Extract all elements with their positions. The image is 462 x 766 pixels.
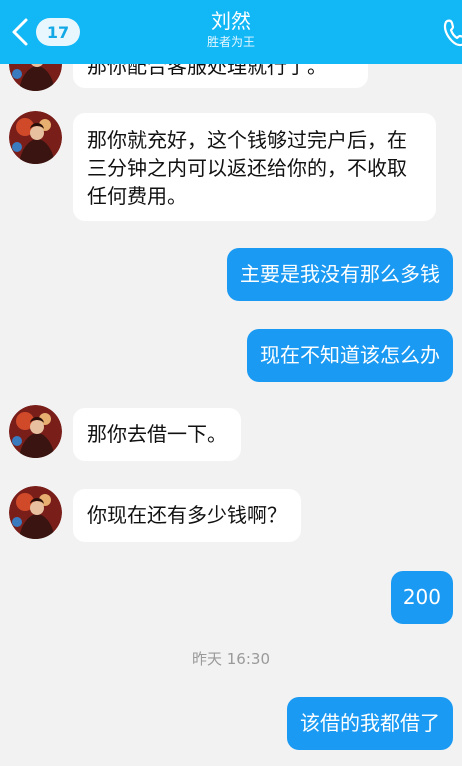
- message-bubble-outgoing[interactable]: 现在不知道该怎么办: [247, 329, 453, 382]
- contact-avatar[interactable]: [9, 486, 62, 539]
- contact-signature: 胜者为王: [206, 35, 255, 49]
- message-bubble-incoming[interactable]: 那你就充好，这个钱够过完户后，在三分钟之内可以返还给你的，不收取任何费用。: [73, 113, 436, 221]
- chat-header: 17 刘然 胜者为王: [0, 0, 462, 64]
- contact-avatar[interactable]: [9, 111, 62, 164]
- contact-title[interactable]: 刘然 胜者为王: [0, 8, 462, 50]
- message-bubble-outgoing[interactable]: 主要是我没有那么多钱: [227, 248, 453, 301]
- message-bubble-incoming[interactable]: 你现在还有多少钱啊？: [73, 489, 301, 542]
- message-bubble-incoming[interactable]: 那你去借一下。: [73, 408, 241, 461]
- contact-name: 刘然: [211, 9, 251, 33]
- message-bubble-outgoing[interactable]: 200: [390, 571, 453, 624]
- contact-avatar[interactable]: [9, 405, 62, 458]
- phone-icon[interactable]: [440, 16, 462, 48]
- message-timestamp: 昨天 16:30: [192, 650, 270, 668]
- message-bubble-outgoing[interactable]: 该借的我都借了: [287, 697, 453, 750]
